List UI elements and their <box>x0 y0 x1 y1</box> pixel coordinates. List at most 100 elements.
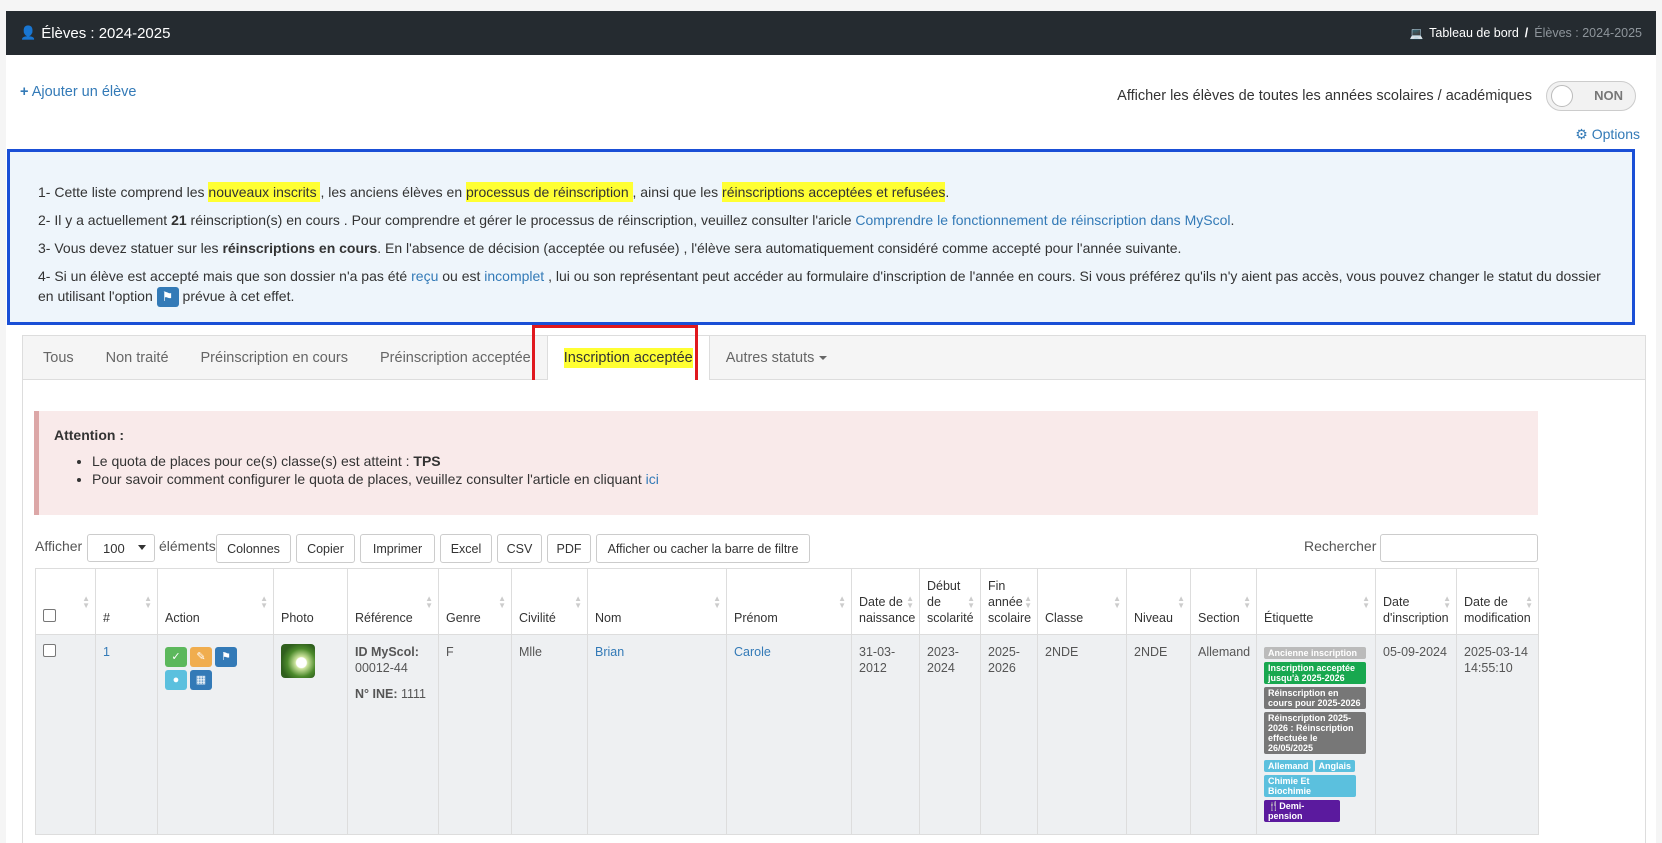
sort-icon: ▲ ▼ <box>713 594 721 610</box>
sort-icon: ▲ ▼ <box>906 594 914 610</box>
column-header[interactable]: Civilité ▲ ▼ <box>511 568 588 635</box>
validate-icon[interactable]: ✓ <box>165 647 187 667</box>
sort-icon: ▲ ▼ <box>498 594 506 610</box>
quota-article-link[interactable]: ici <box>646 471 659 487</box>
incomplet-link[interactable]: incomplet <box>484 268 544 284</box>
alert-item-config: Pour savoir comment configurer le quota … <box>92 471 1523 487</box>
sort-icon: ▲ ▼ <box>1443 594 1451 610</box>
user-icon: 👤 <box>20 25 37 40</box>
calendar-icon[interactable]: ▦ <box>190 670 212 690</box>
column-header[interactable]: Genre ▲ ▼ <box>438 568 512 635</box>
sort-icon: ▲ ▼ <box>82 594 90 610</box>
column-header[interactable]: Étiquette ▲ ▼ <box>1256 568 1376 635</box>
row-reference-cell: ID MyScol: 00012-44 N° INE: 1111 <box>347 634 439 835</box>
top-header-bar: 👤 Élèves : 2024-2025 💻 Tableau de bord /… <box>6 11 1656 55</box>
reinscription-article-link[interactable]: Comprendre le fonctionnement de réinscri… <box>855 212 1230 228</box>
row-nom-cell: Brian <box>587 634 727 835</box>
search-input[interactable] <box>1380 534 1538 562</box>
flag-icon[interactable]: ⚑ <box>215 647 237 667</box>
column-header[interactable]: Fin année scolaire ▲ ▼ <box>980 568 1038 635</box>
csv-button[interactable]: CSV <box>497 534 542 563</box>
column-header[interactable]: Date d'inscription ▲ ▼ <box>1375 568 1457 635</box>
page-title: 👤 Élèves : 2024-2025 <box>20 24 171 42</box>
show-all-years-toggle[interactable]: NON <box>1546 81 1636 111</box>
table-toolbar: Afficher 100 éléments Colonnes Copier Im… <box>35 534 1539 563</box>
students-table: ▲ ▼ # ▲ ▼ Action ▲ ▼ Photo Référence ▲ ▼ Genre ▲… <box>35 568 1539 835</box>
tab-tous[interactable]: Tous <box>27 336 90 379</box>
row-select-cell <box>35 634 96 835</box>
row-actions-cell: ✓ ✎ ⚑ ● ▦ <box>157 634 274 835</box>
main-panel: + Ajouter un élève Afficher les élèves d… <box>6 55 1656 843</box>
label-badge-demi-pension: 🍴Demi-pension <box>1264 800 1340 822</box>
column-header[interactable]: Photo <box>273 568 348 635</box>
toggle-filter-bar-button[interactable]: Afficher ou cacher la barre de filtre <box>596 534 810 563</box>
select-all-checkbox[interactable] <box>43 609 56 622</box>
label-badge: Chimie Et Biochimie <box>1264 775 1356 797</box>
column-header[interactable]: Début de scolarité ▲ ▼ <box>919 568 981 635</box>
row-number-cell: 1 <box>95 634 158 835</box>
add-student-link[interactable]: + Ajouter un élève <box>20 84 137 100</box>
column-header[interactable]: Action ▲ ▼ <box>157 568 274 635</box>
recu-link[interactable]: reçu <box>411 268 438 284</box>
table-header-row: ▲ ▼ # ▲ ▼ Action ▲ ▼ Photo Référence ▲ ▼ Genre ▲… <box>35 568 1539 635</box>
student-photo[interactable] <box>281 644 315 678</box>
pdf-button[interactable]: PDF <box>547 534 591 563</box>
copy-button[interactable]: Copier <box>296 534 355 563</box>
tag-icon[interactable]: ● <box>165 670 187 690</box>
print-button[interactable]: Imprimer <box>360 534 435 563</box>
column-header[interactable]: Classe ▲ ▼ <box>1037 568 1127 635</box>
label-badge: Inscription acceptée jusqu'à 2025-2026 <box>1264 662 1366 684</box>
fork-knife-icon: 🍴 <box>1268 801 1280 811</box>
tab-preinscription-acceptee[interactable]: Préinscription acceptée <box>364 336 547 379</box>
row-genre-cell: F <box>438 634 512 835</box>
column-header[interactable]: Section ▲ ▼ <box>1190 568 1257 635</box>
sort-icon: ▲ ▼ <box>1362 594 1370 610</box>
column-header[interactable]: Niveau ▲ ▼ <box>1126 568 1191 635</box>
row-checkbox[interactable] <box>43 644 56 657</box>
students-table-wrap: ▲ ▼ # ▲ ▼ Action ▲ ▼ Photo Référence ▲ ▼ Genre ▲… <box>35 568 1539 835</box>
sort-icon: ▲ ▼ <box>1177 594 1185 610</box>
status-tabs: Tous Non traité Préinscription en cours … <box>22 335 1646 380</box>
sort-icon: ▲ ▼ <box>574 594 582 610</box>
quota-alert: Attention : Le quota de places pour ce(s… <box>34 411 1538 515</box>
show-label: Afficher <box>35 538 83 554</box>
edit-icon[interactable]: ✎ <box>190 647 212 667</box>
breadcrumb: 💻 Tableau de bord / Élèves : 2024-2025 <box>1409 26 1642 40</box>
row-classe-cell: 2NDE <box>1037 634 1127 835</box>
column-header[interactable]: Date de modification ▲ ▼ <box>1456 568 1539 635</box>
gear-icon: ⚙ <box>1575 126 1588 142</box>
breadcrumb-dashboard-link[interactable]: Tableau de bord <box>1429 26 1519 40</box>
sort-icon: ▲ ▼ <box>1024 594 1032 610</box>
student-firstname-link[interactable]: Carole <box>734 645 771 659</box>
breadcrumb-separator: / <box>1524 26 1529 40</box>
row-photo-cell <box>273 634 348 835</box>
column-header[interactable]: # ▲ ▼ <box>95 568 158 635</box>
options-link[interactable]: ⚙ Options <box>1575 126 1640 143</box>
sort-icon: ▲ ▼ <box>1113 594 1121 610</box>
tab-non-traite[interactable]: Non traité <box>90 336 185 379</box>
sort-icon: ▲ ▼ <box>1243 594 1251 610</box>
column-header[interactable]: Prénom ▲ ▼ <box>726 568 852 635</box>
student-lastname-link[interactable]: Brian <box>595 645 624 659</box>
tab-preinscription-en-cours[interactable]: Préinscription en cours <box>185 336 365 379</box>
table-row: 1 ✓ ✎ ⚑ ● ▦ ID MyScol: 00012-44 N° INE: 111… <box>35 634 1539 835</box>
page-size-select[interactable]: 100 <box>87 534 155 562</box>
column-header[interactable]: Nom ▲ ▼ <box>587 568 727 635</box>
sort-icon: ▲ ▼ <box>144 594 152 610</box>
info-line-2: 2- Il y a actuellement 21 réinscription(… <box>38 212 1235 228</box>
excel-button[interactable]: Excel <box>440 534 492 563</box>
info-box: 1- Cette liste comprend les nouveaux ins… <box>7 149 1635 325</box>
columns-button[interactable]: Colonnes <box>216 534 291 563</box>
plus-icon: + <box>20 84 29 100</box>
column-header[interactable]: Date de naissance ▲ ▼ <box>851 568 920 635</box>
breadcrumb-current: Élèves : 2024-2025 <box>1534 26 1642 40</box>
info-line-4: 4- Si un élève est accepté mais que son … <box>38 266 1604 308</box>
row-number-link[interactable]: 1 <box>103 645 110 659</box>
row-section-cell: Allemand <box>1190 634 1257 835</box>
toggle-value: NON <box>1594 88 1623 103</box>
column-header[interactable]: Référence ▲ ▼ <box>347 568 439 635</box>
label-badge: Anglais <box>1314 760 1356 772</box>
tab-autres-statuts[interactable]: Autres statuts <box>710 336 844 379</box>
label-badge: Réinscription en cours pour 2025-2026 <box>1264 687 1366 709</box>
info-line-1: 1- Cette liste comprend les nouveaux ins… <box>38 182 950 202</box>
